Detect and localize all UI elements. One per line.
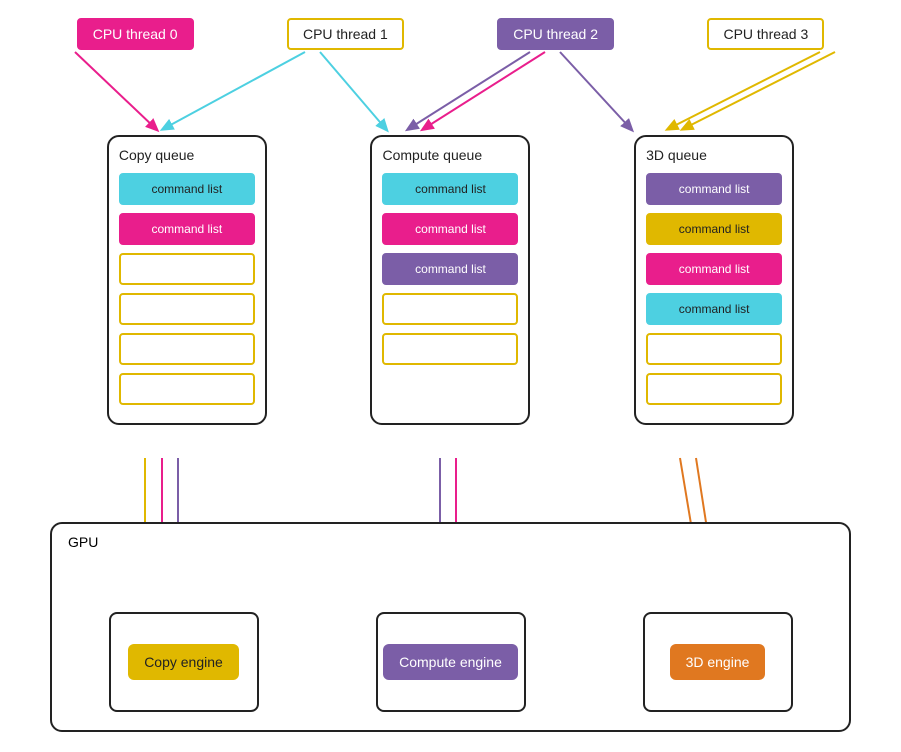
- compute-queue-title: Compute queue: [382, 147, 518, 163]
- cmd-3d-0: command list: [646, 173, 782, 205]
- cmd-compute-0: command list: [382, 173, 518, 205]
- cpu-thread-1: CPU thread 1: [287, 18, 404, 50]
- cmd-3d-5: [646, 373, 782, 405]
- cpu-thread-3: CPU thread 3: [707, 18, 824, 50]
- copy-engine-container: Copy engine: [109, 612, 259, 712]
- 3d-queue: 3D queue command list command list comma…: [634, 135, 794, 425]
- compute-queue: Compute queue command list command list …: [370, 135, 530, 425]
- cmd-compute-2: command list: [382, 253, 518, 285]
- cmd-copy-2: [119, 253, 255, 285]
- gpu-label: GPU: [68, 534, 98, 550]
- cmd-copy-5: [119, 373, 255, 405]
- copy-engine: Copy engine: [128, 644, 239, 680]
- cmd-copy-1: command list: [119, 213, 255, 245]
- cmd-copy-4: [119, 333, 255, 365]
- cmd-copy-0: command list: [119, 173, 255, 205]
- cmd-compute-4: [382, 333, 518, 365]
- compute-engine: Compute engine: [383, 644, 518, 680]
- engines-row: Copy engine Compute engine 3D engine: [50, 612, 851, 712]
- cpu-thread-2: CPU thread 2: [497, 18, 614, 50]
- cmd-3d-2: command list: [646, 253, 782, 285]
- cmd-3d-1: command list: [646, 213, 782, 245]
- cmd-copy-3: [119, 293, 255, 325]
- 3d-engine-container: 3D engine: [643, 612, 793, 712]
- diagram: CPU thread 0 CPU thread 1 CPU thread 2 C…: [0, 0, 901, 752]
- 3d-engine: 3D engine: [670, 644, 766, 680]
- cmd-3d-4: [646, 333, 782, 365]
- cmd-compute-1: command list: [382, 213, 518, 245]
- cmd-3d-3: command list: [646, 293, 782, 325]
- copy-queue-title: Copy queue: [119, 147, 255, 163]
- compute-engine-container: Compute engine: [376, 612, 526, 712]
- cpu-thread-0: CPU thread 0: [77, 18, 194, 50]
- copy-queue: Copy queue command list command list: [107, 135, 267, 425]
- 3d-queue-title: 3D queue: [646, 147, 782, 163]
- cmd-compute-3: [382, 293, 518, 325]
